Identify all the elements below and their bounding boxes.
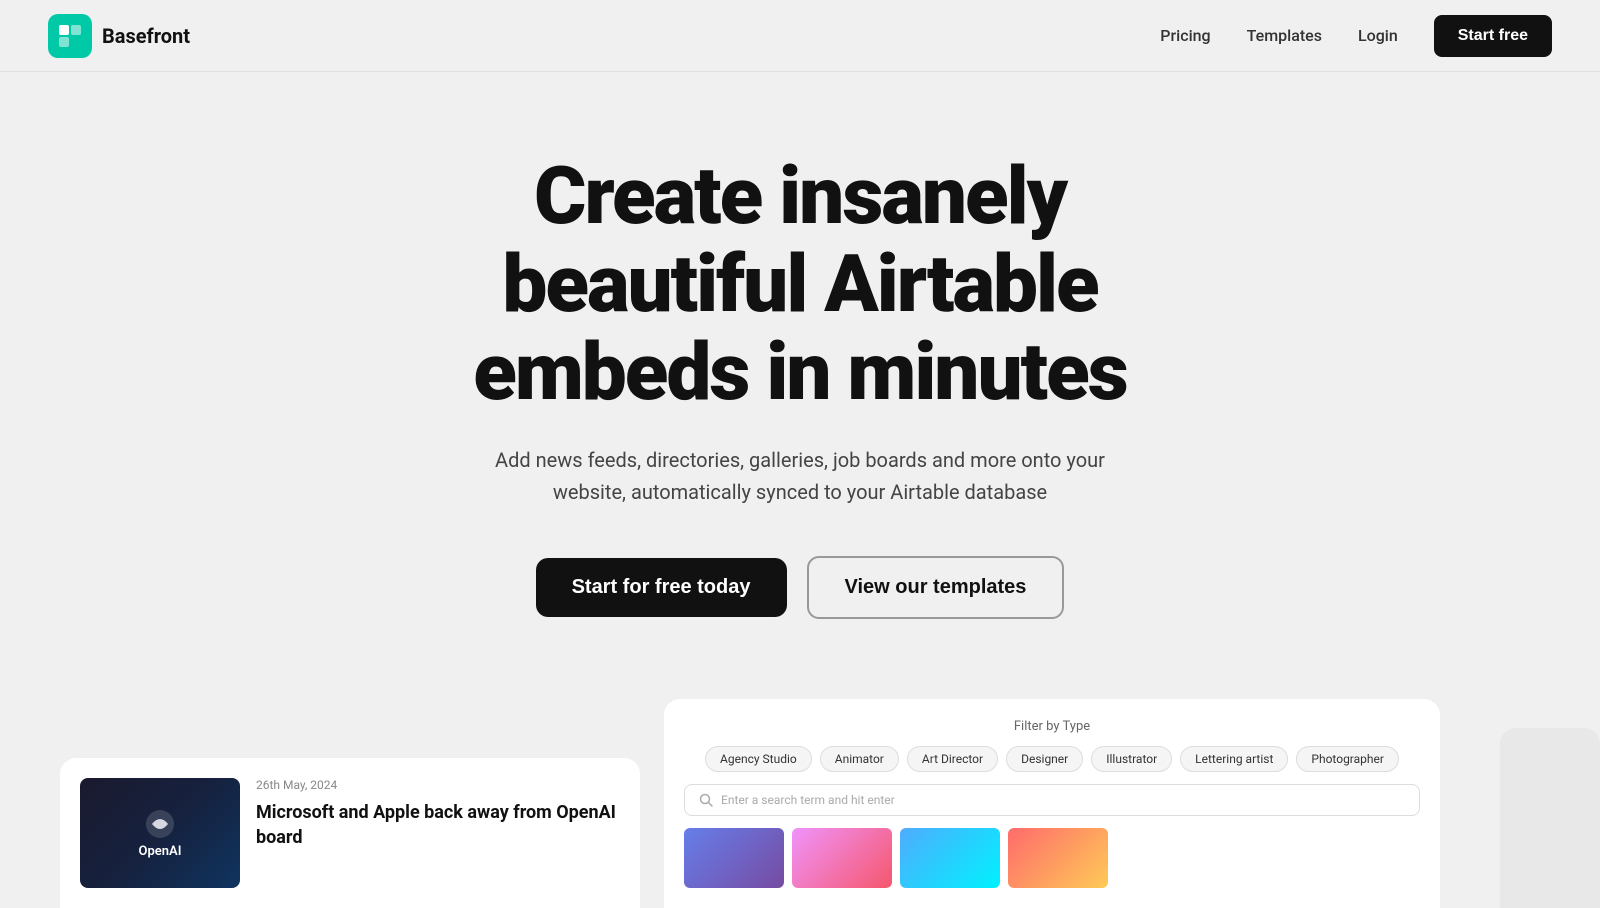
news-content: 26th May, 2024 Microsoft and Apple back … — [256, 778, 620, 850]
preview-section: OpenAI 26th May, 2024 Microsoft and Appl… — [0, 699, 1600, 908]
filter-tag-designer[interactable]: Designer — [1006, 746, 1083, 772]
filter-tag-photographer[interactable]: Photographer — [1296, 746, 1399, 772]
search-placeholder: Enter a search term and hit enter — [721, 793, 895, 807]
filter-tag-illustrator[interactable]: Illustrator — [1091, 746, 1172, 772]
filter-tag-artdirector[interactable]: Art Director — [907, 746, 998, 772]
nav-start-free-button[interactable]: Start free — [1434, 15, 1552, 57]
thumb-2 — [792, 828, 892, 888]
openai-logo-text: OpenAI — [139, 844, 182, 859]
start-free-today-button[interactable]: Start for free today — [536, 558, 787, 617]
hero-title-line1: Create insanely — [534, 149, 1066, 243]
directory-thumbnails — [684, 828, 1420, 888]
nav-templates[interactable]: Templates — [1247, 26, 1322, 45]
directory-search-bar[interactable]: Enter a search term and hit enter — [684, 784, 1420, 816]
logo-icon — [48, 14, 92, 58]
header: Basefront Pricing Templates Login Start … — [0, 0, 1600, 72]
view-templates-button[interactable]: View our templates — [807, 556, 1065, 619]
hero-buttons: Start for free today View our templates — [536, 556, 1065, 619]
directory-preview-card: Filter by Type Agency Studio Animator Ar… — [664, 699, 1440, 908]
filter-tag-agency[interactable]: Agency Studio — [705, 746, 812, 772]
search-icon — [699, 793, 713, 807]
nav-login[interactable]: Login — [1358, 26, 1398, 45]
filter-tag-lettering[interactable]: Lettering artist — [1180, 746, 1288, 772]
news-headline: Microsoft and Apple back away from OpenA… — [256, 800, 620, 850]
thumb-1 — [684, 828, 784, 888]
thumb-3 — [900, 828, 1000, 888]
hero-title-line2: beautiful Airtable — [502, 237, 1097, 331]
filter-label: Filter by Type — [684, 719, 1420, 734]
brand-name: Basefront — [102, 24, 190, 48]
news-image: OpenAI — [80, 778, 240, 888]
nav: Pricing Templates Login Start free — [1160, 15, 1552, 57]
news-date: 26th May, 2024 — [256, 778, 620, 792]
hero-title: Create insanely beautiful Airtable embed… — [473, 152, 1126, 416]
thumb-4 — [1008, 828, 1108, 888]
nav-pricing[interactable]: Pricing — [1160, 26, 1210, 45]
right-edge-card — [1500, 728, 1600, 908]
hero-title-line3: embeds in minutes — [473, 325, 1126, 419]
hero-section: Create insanely beautiful Airtable embed… — [0, 72, 1600, 679]
hero-subtitle: Add news feeds, directories, galleries, … — [460, 444, 1140, 508]
news-preview-card: OpenAI 26th May, 2024 Microsoft and Appl… — [60, 758, 640, 908]
filter-tags: Agency Studio Animator Art Director Desi… — [684, 746, 1420, 772]
filter-tag-animator[interactable]: Animator — [820, 746, 899, 772]
logo-container[interactable]: Basefront — [48, 14, 190, 58]
